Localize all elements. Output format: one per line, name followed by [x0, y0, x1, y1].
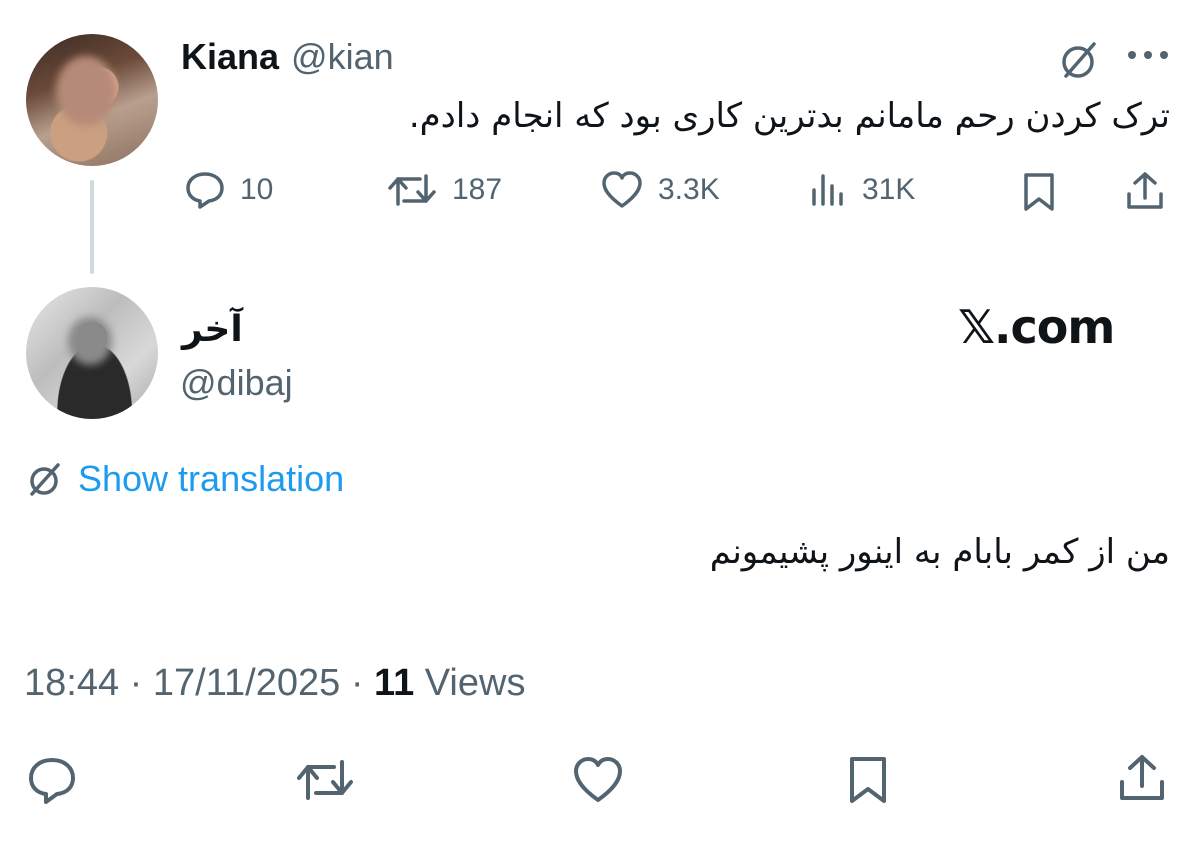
- like-button[interactable]: [571, 756, 625, 804]
- share-icon: [1124, 170, 1166, 212]
- bookmark-button[interactable]: [1021, 171, 1057, 213]
- retweet-icon: [386, 170, 438, 210]
- heart-icon: [571, 756, 625, 804]
- retweet-count: 187: [452, 173, 503, 206]
- show-translation-link[interactable]: Show translation: [24, 458, 344, 500]
- display-name[interactable]: Kiana: [181, 36, 279, 78]
- more-icon[interactable]: [1126, 50, 1170, 60]
- thread-connector: [90, 180, 94, 274]
- tweet-time[interactable]: 18:44: [24, 662, 119, 704]
- like-button[interactable]: 3.3K: [600, 170, 720, 210]
- grok-icon: [24, 461, 64, 497]
- tweet-meta: 18:44 · 17/11/2025 · 11 Views: [24, 662, 525, 705]
- views-count: 11: [374, 662, 415, 704]
- analytics-icon: [808, 170, 848, 210]
- avatar[interactable]: [26, 34, 158, 166]
- bookmark-icon: [846, 754, 890, 806]
- reply-icon: [184, 170, 226, 210]
- retweet-button[interactable]: [294, 756, 356, 804]
- tweet-date[interactable]: 17/11/2025: [153, 662, 340, 704]
- share-button[interactable]: [1116, 752, 1168, 804]
- share-button[interactable]: [1124, 170, 1166, 212]
- x-watermark: 𝕏.com: [958, 300, 1115, 354]
- reply-count: 10: [240, 173, 274, 206]
- grok-icon[interactable]: [1056, 40, 1100, 80]
- bookmark-button[interactable]: [846, 754, 890, 806]
- tweet-text: من از کمر بابام به اینور پشیمونم: [709, 532, 1170, 572]
- bookmark-icon: [1021, 171, 1057, 213]
- show-translation-label: Show translation: [78, 458, 345, 499]
- view-count: 31K: [862, 173, 916, 206]
- separator: ·: [350, 662, 364, 704]
- views-label: Views: [424, 662, 526, 704]
- reply-button[interactable]: [26, 755, 78, 805]
- tweet-text: ترک کردن رحم مامانم بدترین کاری بود که ا…: [408, 96, 1170, 136]
- handle[interactable]: @dibaj: [180, 362, 293, 404]
- like-count: 3.3K: [658, 173, 720, 206]
- retweet-icon: [294, 756, 356, 804]
- handle[interactable]: @kian: [291, 36, 394, 78]
- avatar[interactable]: [26, 287, 158, 419]
- separator: ·: [129, 662, 143, 704]
- display-name[interactable]: آخر: [182, 308, 243, 350]
- views-button[interactable]: 31K: [808, 170, 915, 210]
- heart-icon: [600, 170, 644, 210]
- retweet-button[interactable]: 187: [386, 170, 502, 210]
- reply-icon: [26, 755, 78, 805]
- share-icon: [1116, 752, 1168, 804]
- reply-button[interactable]: 10: [184, 170, 273, 210]
